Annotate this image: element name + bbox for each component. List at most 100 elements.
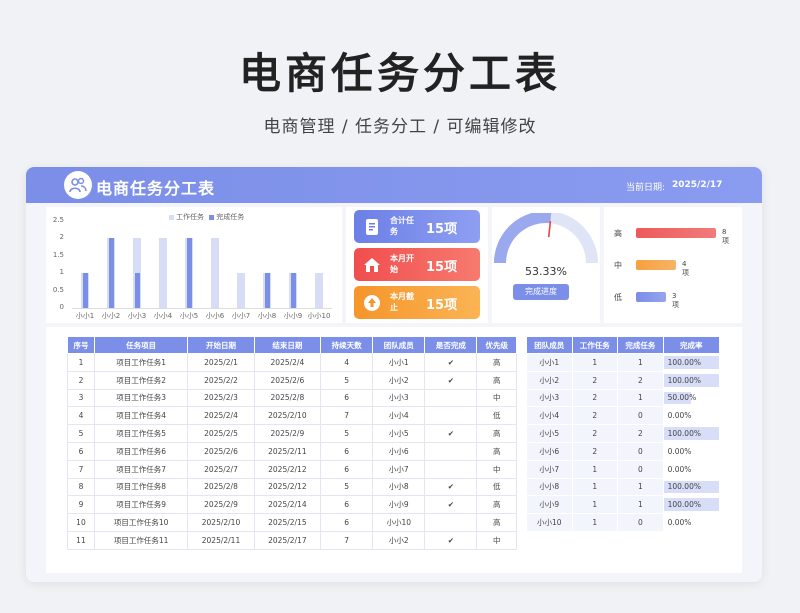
table-cell: 小小5 — [372, 424, 426, 443]
table-cell — [424, 442, 478, 461]
panel-area: 工作任务 完成任务 2.5 2 1.5 1 0.5 0 小小1 小小2 小小3 小小4 小小5 小小6… — [26, 203, 762, 582]
table-cell: 2025/2/14 — [254, 495, 322, 515]
table-cell: 小小1 — [526, 353, 573, 372]
priority-label: 高 — [614, 229, 622, 238]
table-cell: 2025/2/6 — [187, 442, 255, 461]
rate-text: 0.00% — [667, 446, 692, 456]
table-cell: 5 — [67, 424, 95, 443]
table-row[interactable]: 2 项目工作任务2 2025/2/2 2025/2/6 5 小小2 ✔ 高 — [67, 371, 517, 390]
table-row[interactable]: 小小1 1 1 100.00% — [526, 353, 721, 372]
dashboard-title: 电商任务分工表 — [96, 179, 216, 198]
table-cell: 2025/2/4 — [254, 353, 322, 372]
priority-label: 中 — [614, 261, 622, 270]
table-cell: 小小9 — [372, 495, 426, 515]
table-cell: 中 — [476, 389, 517, 408]
table-row[interactable]: 小小10 1 0 0.00% — [526, 513, 721, 532]
table-row[interactable]: 5 项目工作任务5 2025/2/5 2025/2/9 5 小小5 ✔ 高 — [67, 424, 517, 443]
task-table-header: 序号 任务项目 开始日期 结束日期 持续天数 团队成员 是否完成 优先级 — [67, 336, 517, 354]
bar-done — [264, 273, 270, 308]
table-cell: 4 — [67, 406, 95, 426]
table-row[interactable]: 小小5 2 2 100.00% — [526, 424, 721, 443]
table-cell: 小小10 — [526, 513, 573, 532]
table-cell: 2025/2/12 — [254, 478, 322, 497]
stat-value: 15项 — [426, 222, 458, 237]
task-table: 序号 任务项目 开始日期 结束日期 持续天数 团队成员 是否完成 优先级 1 项目工作任务1 20… — [67, 336, 517, 550]
table-cell: 中 — [476, 531, 517, 550]
table-cell: 小小10 — [372, 513, 426, 532]
table-row[interactable]: 小小2 2 2 100.00% — [526, 371, 721, 390]
table-cell: 2025/2/11 — [187, 531, 255, 550]
x-tick-label: 小小2 — [101, 312, 121, 320]
table-cell: 小小5 — [526, 424, 573, 443]
table-row[interactable]: 8 项目工作任务8 2025/2/8 2025/2/12 5 小小8 ✔ 低 — [67, 478, 517, 497]
stat-label: 合计任务 — [390, 216, 414, 236]
table-cell: 项目工作任务10 — [94, 513, 189, 532]
table-row[interactable]: 小小3 2 1 50.00% — [526, 389, 721, 408]
table-cell: 小小2 — [372, 371, 426, 390]
column-header: 优先级 — [476, 336, 517, 354]
priority-label: 低 — [614, 293, 622, 302]
table-cell: 7 — [320, 531, 374, 550]
chart-legend: 工作任务 完成任务 — [166, 212, 244, 222]
bar-done — [134, 273, 140, 308]
table-cell: 小小2 — [372, 531, 426, 550]
table-row[interactable]: 小小7 1 0 0.00% — [526, 460, 721, 479]
date-label: 当前日期: — [626, 183, 666, 193]
table-row[interactable]: 10 项目工作任务10 2025/2/10 2025/2/15 6 小小10 高 — [67, 513, 517, 532]
progress-button[interactable]: 完成进度 — [513, 284, 569, 300]
table-cell: 2025/2/3 — [187, 389, 255, 408]
table-cell: 2025/2/6 — [254, 371, 322, 390]
priority-bar — [636, 292, 666, 302]
table-cell: 2025/2/2 — [187, 371, 255, 390]
x-tick-label: 小小7 — [231, 312, 251, 320]
stat-value: 15项 — [426, 298, 458, 313]
table-cell: 2025/2/8 — [254, 389, 322, 408]
table-cell: 小小4 — [526, 406, 573, 426]
table-cell: 0.00% — [663, 406, 721, 426]
table-row[interactable]: 4 项目工作任务4 2025/2/4 2025/2/10 7 小小4 低 — [67, 406, 517, 426]
table-cell: 2025/2/17 — [254, 531, 322, 550]
table-row[interactable]: 小小4 2 0 0.00% — [526, 406, 721, 426]
table-cell: 6 — [67, 442, 95, 461]
table-row[interactable]: 小小6 2 0 0.00% — [526, 442, 721, 461]
table-cell: 小小2 — [526, 371, 573, 390]
table-row[interactable]: 6 项目工作任务6 2025/2/6 2025/2/11 6 小小6 高 — [67, 442, 517, 461]
table-cell: 高 — [476, 424, 517, 443]
gauge-value: 53.33% — [525, 265, 567, 278]
member-table: 团队成员 工作任务 完成任务 完成率 小小1 1 1 100.00% 小小2 2 2 100.00%… — [526, 336, 721, 532]
table-row[interactable]: 3 项目工作任务3 2025/2/3 2025/2/8 6 小小3 中 — [67, 389, 517, 408]
legend-label-work: 工作任务 — [176, 213, 204, 221]
table-cell: 2025/2/9 — [254, 424, 322, 443]
x-tick-label: 小小8 — [257, 312, 277, 320]
table-cell: 2 — [617, 371, 664, 390]
table-row[interactable]: 小小8 1 1 100.00% — [526, 478, 721, 497]
stat-total-tasks: 合计任务 15项 — [354, 210, 480, 243]
table-row[interactable]: 9 项目工作任务9 2025/2/9 2025/2/14 6 小小9 ✔ 高 — [67, 495, 517, 515]
x-tick-label: 小小6 — [205, 312, 225, 320]
table-cell: 项目工作任务5 — [94, 424, 189, 443]
table-cell: ✔ — [424, 495, 478, 515]
table-cell: ✔ — [424, 371, 478, 390]
y-tick-label: 1.5 — [52, 250, 64, 259]
gauge-fill — [494, 213, 552, 264]
rate-text: 100.00% — [667, 375, 701, 385]
table-cell: 6 — [320, 495, 374, 515]
table-cell: ✔ — [424, 424, 478, 443]
table-row[interactable]: 7 项目工作任务7 2025/2/7 2025/2/12 6 小小7 中 — [67, 460, 517, 479]
bar-done — [82, 273, 88, 308]
table-row[interactable]: 小小9 1 1 100.00% — [526, 495, 721, 515]
table-cell: 7 — [67, 460, 95, 479]
table-cell: 项目工作任务7 — [94, 460, 189, 479]
hero-title: 电商任务分工表 — [238, 49, 561, 98]
table-row[interactable]: 11 项目工作任务11 2025/2/11 2025/2/17 7 小小2 ✔ 中 — [67, 531, 517, 550]
table-row[interactable]: 1 项目工作任务1 2025/2/1 2025/2/4 4 小小1 ✔ 高 — [67, 353, 517, 372]
rate-text: 100.00% — [667, 429, 701, 439]
priority-panel: 高 8项 中 4项 低 3项 — [604, 207, 742, 323]
bar-work — [211, 238, 219, 308]
rate-text: 100.00% — [667, 482, 701, 492]
table-cell: 0 — [617, 513, 664, 532]
table-cell: ✔ — [424, 353, 478, 372]
table-cell: 2025/2/10 — [187, 513, 255, 532]
table-cell: 2025/2/11 — [254, 442, 322, 461]
table-cell: 2 — [572, 424, 619, 443]
